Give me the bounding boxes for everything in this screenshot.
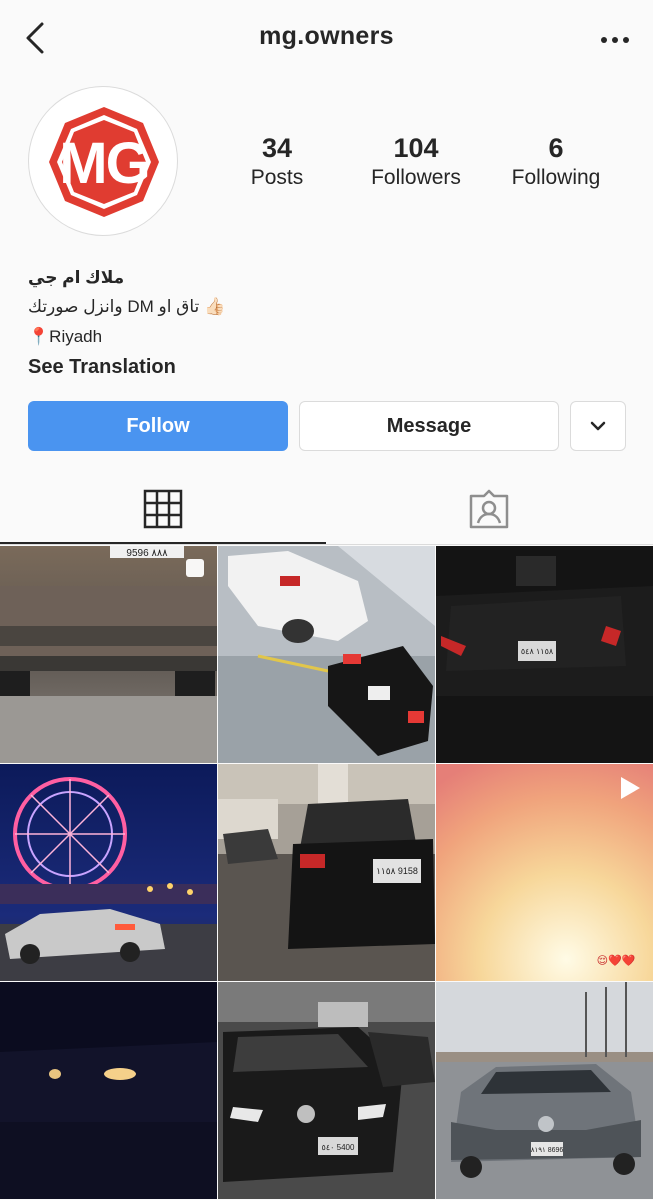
message-button[interactable]: Message [299, 401, 559, 451]
follow-button[interactable]: Follow [28, 401, 288, 451]
location-text: Riyadh [49, 327, 103, 346]
profile-bio: ملاك ام جي تاق او DM وانزل صورتك 👍🏻 📍Riy… [28, 264, 628, 382]
post-thumbnail[interactable] [0, 764, 217, 981]
profile-username: mg.owners [259, 22, 394, 50]
posts-label: Posts [250, 166, 304, 189]
tab-tagged[interactable] [326, 476, 652, 542]
following-label: Following [511, 166, 601, 189]
post-thumbnail[interactable]: 😌❤️❤️ [436, 764, 653, 981]
see-translation-link[interactable]: See Translation [28, 352, 628, 382]
more-options-icon[interactable] [595, 22, 635, 58]
profile-avatar[interactable]: MG [28, 86, 178, 236]
bio-location: 📍Riyadh [28, 322, 628, 352]
license-plate-text: 9596 ٨٨٨ [126, 548, 168, 559]
followers-count-value: 104 [393, 133, 439, 163]
post-thumbnail[interactable]: ٥٤٠ 5400 [218, 982, 435, 1199]
tabs-divider [0, 544, 653, 545]
video-play-icon [615, 774, 643, 802]
multiple-posts-icon [183, 556, 207, 580]
location-pin-icon: 📍 [28, 327, 50, 346]
post-thumbnail[interactable]: ٨١٩١ 8696 [436, 982, 653, 1199]
license-plate-text: ١١٥٨ 9158 [376, 866, 418, 876]
following-count[interactable]: 6 Following [481, 132, 631, 192]
post-thumbnail[interactable]: ١١٥٨ 9158 [218, 764, 435, 981]
profile-display-name: ملاك ام جي [28, 268, 125, 287]
profile-tabs [0, 476, 653, 544]
chevron-down-icon [590, 421, 606, 431]
license-plate-text: ١١٥٨ ٥٤٨ [521, 647, 554, 656]
license-plate-text: ٨١٩١ 8696 [531, 1147, 564, 1154]
followers-count[interactable]: 104 Followers [341, 132, 491, 192]
thumbs-up-emoji: 👍🏻 [204, 297, 226, 316]
posts-count[interactable]: 34 Posts [202, 132, 352, 192]
license-plate-text: ٥٤٠ 5400 [322, 1143, 355, 1152]
posts-grid: 9596 ٨٨٨ ١١٥٨ ٥٤٨ ١١٥٨ 9158 😌❤️❤️ ٥٤٠ 54… [0, 546, 653, 1200]
following-count-value: 6 [548, 133, 564, 163]
suggested-accounts-button[interactable] [570, 401, 626, 451]
post-thumbnail[interactable]: 9596 ٨٨٨ [0, 546, 217, 763]
grid-icon [143, 489, 183, 529]
post-overlay-emoji: 😌❤️❤️ [597, 954, 636, 967]
post-thumbnail[interactable]: ١١٥٨ ٥٤٨ [436, 546, 653, 763]
tab-grid[interactable] [0, 476, 326, 544]
post-thumbnail[interactable] [218, 546, 435, 763]
bio-text: تاق او DM وانزل صورتك [28, 297, 200, 316]
posts-count-value: 34 [261, 133, 293, 163]
post-thumbnail[interactable] [0, 982, 217, 1199]
followers-label: Followers [371, 166, 461, 189]
tagged-icon [469, 489, 509, 529]
logo-text: MG [59, 131, 148, 196]
navigation-bar: mg.owners [0, 0, 653, 80]
bio-line: تاق او DM وانزل صورتك 👍🏻 [28, 292, 628, 322]
